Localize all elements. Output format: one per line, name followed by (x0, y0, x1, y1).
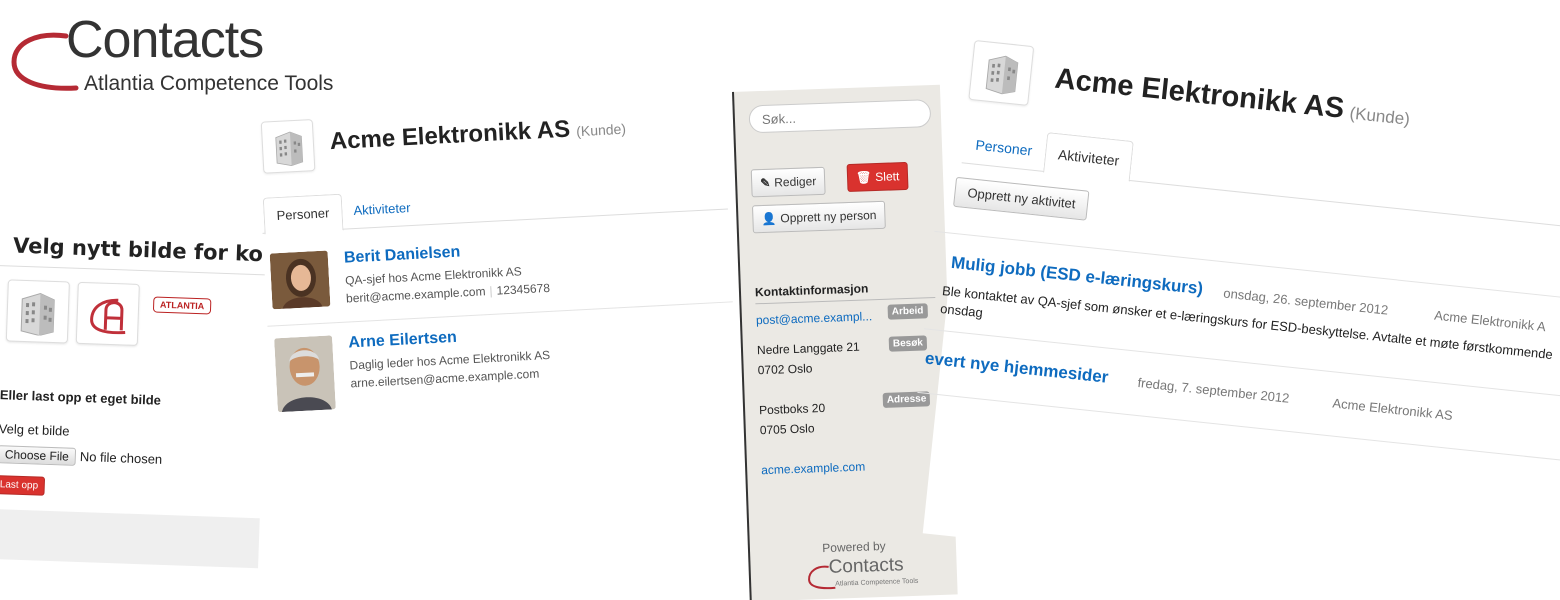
company-avatar (260, 119, 316, 174)
upload-button[interactable]: Last opp (0, 474, 46, 496)
trash-icon: 🗑 (855, 170, 872, 185)
edit-icon: ✎ (759, 175, 771, 191)
company-kind: (Kunde) (575, 120, 627, 140)
person-icon: 👤 (761, 211, 777, 227)
tab-aktiviteter[interactable]: Aktiviteter (341, 189, 424, 230)
company-title: Acme Elektronikk AS (Kunde) (329, 113, 626, 156)
delete-button-label: Slett (875, 169, 900, 185)
company-name: Acme Elektronikk AS (1053, 62, 1346, 125)
upload-heading: Eller last opp et eget bilde (0, 387, 162, 408)
logo-title: Contacts (66, 11, 264, 69)
person-avatar (274, 335, 336, 413)
search-input[interactable]: Søk... (748, 99, 932, 134)
file-status: No file chosen (79, 448, 163, 467)
woman-portrait-icon (269, 250, 331, 310)
contacts-logo: Contacts Atlantia Competence Tools (8, 8, 338, 108)
powered-by: Powered by (822, 538, 886, 556)
activity-date: onsdag, 26. september 2012 (1222, 285, 1389, 318)
edit-button-label: Rediger (774, 174, 817, 190)
delete-button[interactable]: 🗑 Slett (846, 161, 909, 193)
tab-personer[interactable]: Personer (262, 193, 344, 235)
dialog-footer (0, 508, 260, 569)
building-thumbnail[interactable] (5, 279, 70, 344)
email-link[interactable]: post@acme.exampl... (756, 309, 886, 327)
logo-subtitle: Atlantia Competence Tools (84, 72, 334, 95)
choose-picture-label: Velg et bilde (0, 421, 70, 439)
powered-logo-title: Contacts (828, 554, 904, 578)
building-icon (985, 55, 1019, 95)
tab-aktiviteter[interactable]: Aktiviteter (1043, 132, 1135, 183)
create-person-button[interactable]: 👤 Opprett ny person (751, 200, 886, 234)
contact-info-heading: Kontaktinformasjon (754, 281, 869, 300)
divider (917, 391, 1560, 462)
email-badge: Arbeid (887, 303, 928, 320)
picture-dialog-title: Velg nytt bilde for konta (12, 233, 303, 268)
building-icon (275, 131, 304, 167)
company-kind: (Kunde) (1348, 103, 1411, 129)
activity-company[interactable]: Acme Elektronikk AS (1332, 395, 1454, 423)
tab-personer[interactable]: Personer (962, 124, 1047, 173)
activity-company[interactable]: Acme Elektronikk A (1434, 308, 1547, 335)
company-name: Acme Elektronikk AS (329, 115, 571, 156)
person-avatar (269, 250, 331, 310)
person-phone: 12345678 (496, 280, 551, 298)
man-portrait-icon (274, 335, 336, 413)
edit-button[interactable]: ✎ Rediger (750, 166, 826, 198)
create-person-label: Opprett ny person (780, 208, 877, 226)
website-link[interactable]: acme.example.com (761, 460, 865, 478)
person-email[interactable]: berit@acme.example.com (346, 284, 486, 305)
powered-by-logo: Contacts Atlantia Competence Tools (806, 554, 927, 598)
activity-date: fredag, 7. september 2012 (1136, 374, 1291, 406)
postal-badge: Adresse (882, 391, 931, 408)
person-name[interactable]: Berit Danielsen (344, 244, 461, 268)
postal-address-line1: Postboks 20 (758, 400, 826, 418)
building-icon (20, 292, 55, 336)
activity-title[interactable]: evert nye hjemmesider (924, 349, 1109, 388)
visit-address-line2: 0702 Oslo (757, 361, 813, 378)
choose-picture-panel: Velg nytt bilde for konta ATLANTIA Eller… (0, 220, 303, 571)
postal-address-line2: 0705 Oslo (759, 421, 815, 438)
powered-logo-subtitle: Atlantia Competence Tools (835, 577, 919, 588)
company-title: Acme Elektronikk AS (Kunde) (1053, 63, 1412, 133)
atlantia-wordmark-thumbnail[interactable]: ATLANTIA (152, 296, 212, 315)
person-name[interactable]: Arne Eilertsen (348, 329, 457, 353)
choose-file-button[interactable]: Choose File (0, 445, 77, 466)
visit-badge: Besøk (888, 335, 928, 352)
persons-panel: Acme Elektronikk AS (Kunde) Personer Akti… (256, 83, 739, 428)
separator: | (489, 283, 493, 299)
atlantia-logo-thumbnail[interactable] (75, 281, 140, 346)
activities-panel: Acme Elektronikk AS (Kunde) Personer Akti… (917, 36, 1560, 600)
create-activity-button[interactable]: Opprett ny aktivitet (953, 176, 1090, 221)
divider (0, 265, 289, 277)
visit-address-line1: Nedre Langgate 21 (756, 339, 860, 358)
company-avatar (968, 39, 1035, 106)
atlantia-logo-icon (90, 298, 126, 335)
file-input[interactable]: Choose File No file chosen (0, 445, 162, 469)
